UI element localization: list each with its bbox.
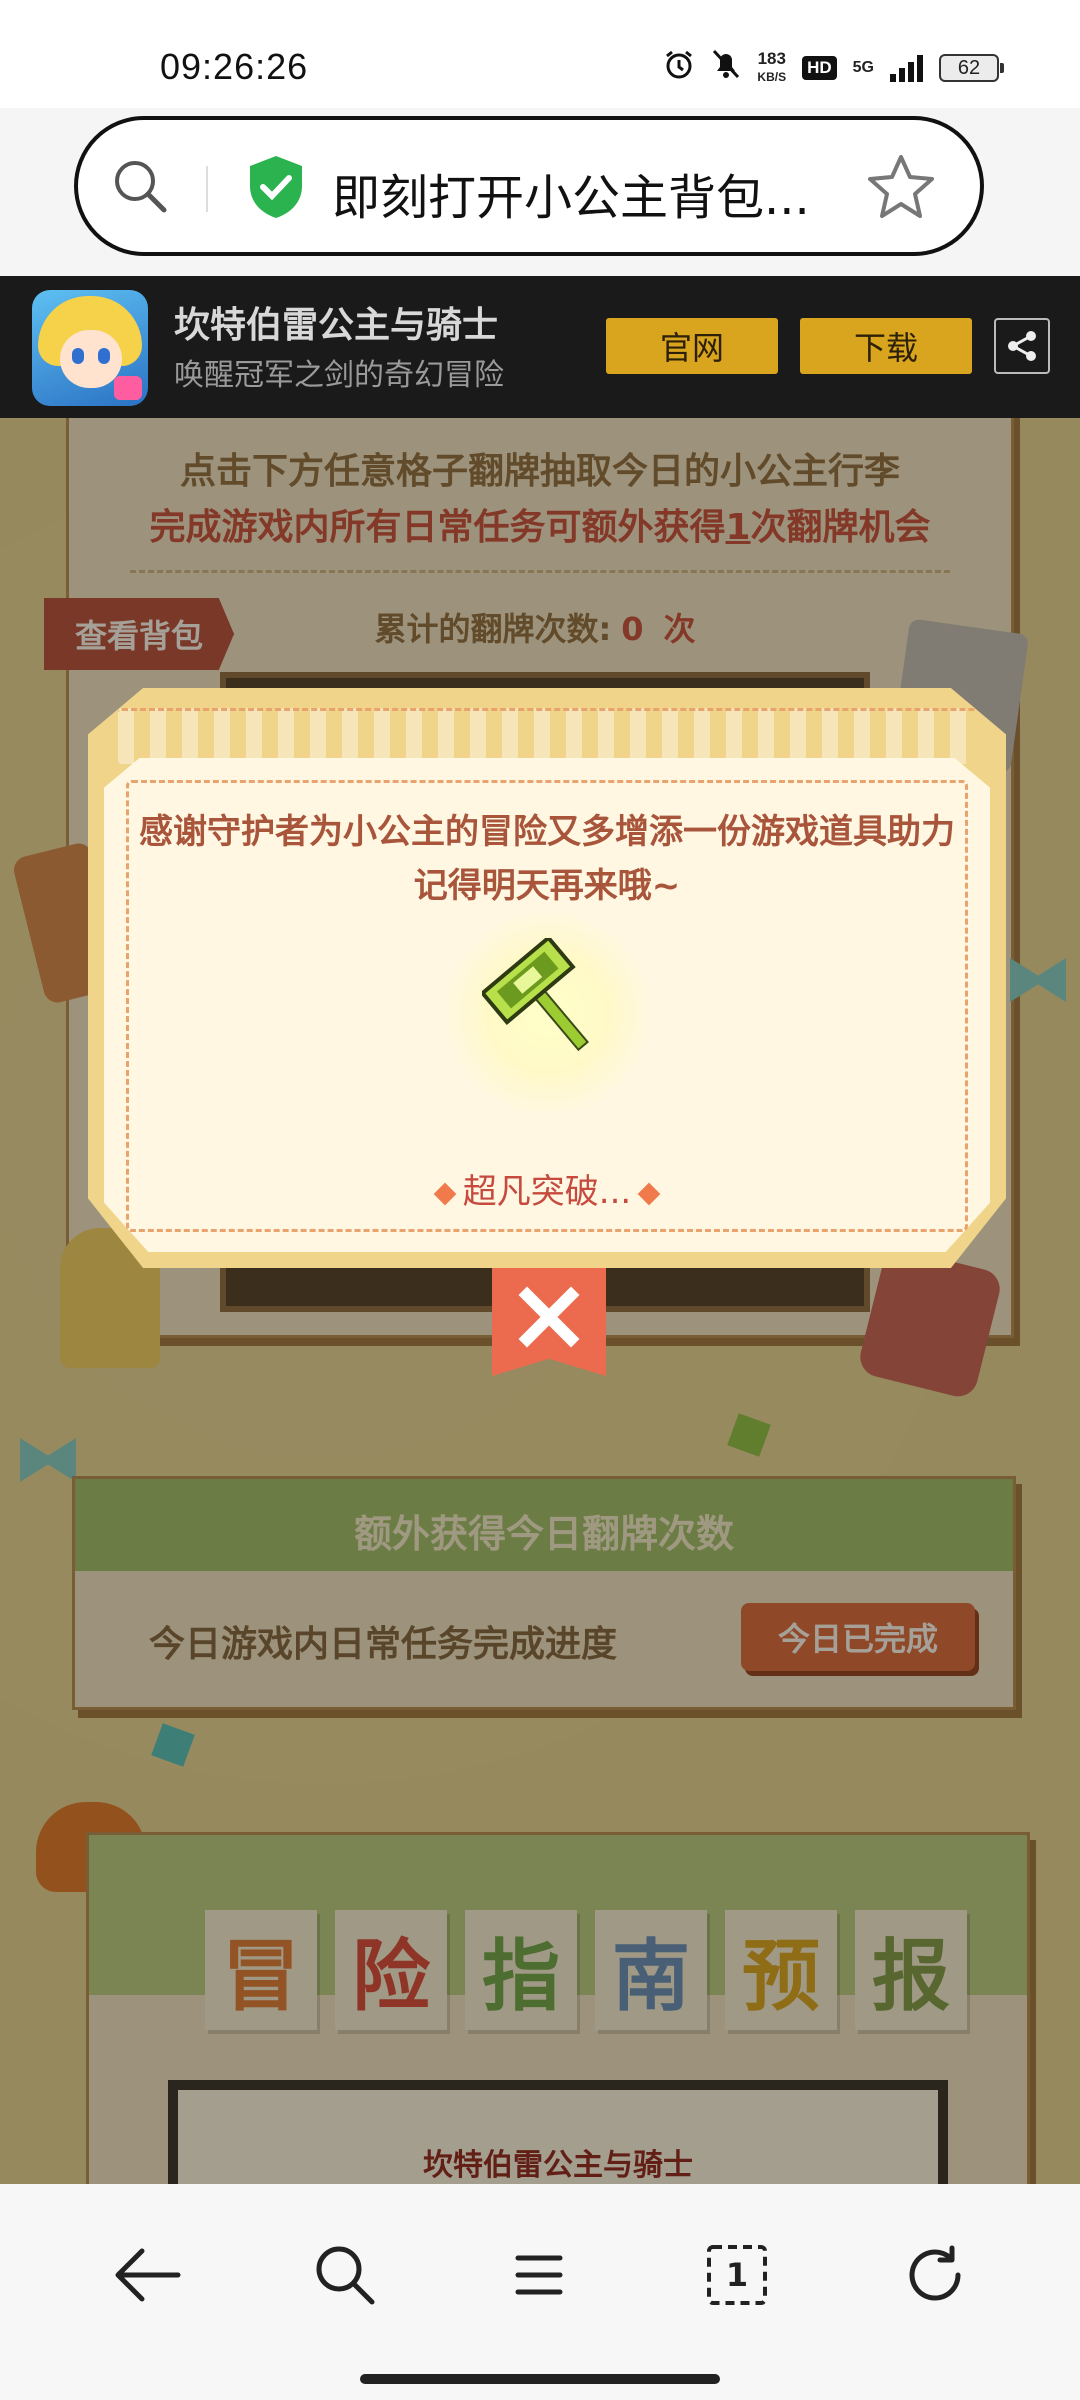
menu-icon — [515, 2255, 563, 2295]
official-site-button[interactable]: 官网 — [606, 318, 778, 374]
search-icon — [316, 2246, 375, 2305]
menu-button[interactable] — [494, 2230, 584, 2320]
network-type: 5G — [852, 59, 874, 76]
mute-bell-icon — [711, 48, 741, 88]
signal-icon — [890, 54, 923, 82]
status-time: 09:26:26 — [160, 46, 309, 87]
reward-item-text: 超凡突破... — [462, 1172, 632, 1212]
refresh-icon — [909, 2245, 961, 2301]
net-speed: 183 KB/S — [757, 50, 786, 86]
reward-modal: 感谢守护者为小公主的冒险又多增添一份游戏道具助力 记得明天再来哦~ 超凡突破..… — [88, 688, 1006, 1268]
back-button[interactable] — [102, 2230, 192, 2320]
tab-count: 1 — [725, 2256, 749, 2294]
address-title[interactable]: 即刻打开小公主背包... — [332, 158, 810, 228]
home-indicator[interactable] — [360, 2374, 720, 2384]
tabs-button[interactable]: 1 — [692, 2230, 782, 2320]
net-speed-unit: KB/S — [757, 70, 787, 84]
address-divider — [206, 166, 208, 212]
battery-icon: 62 — [939, 54, 1004, 82]
browser-bottom-nav: 1 — [0, 2184, 1080, 2400]
share-button[interactable] — [994, 318, 1050, 374]
search-icon[interactable] — [108, 154, 172, 218]
star-icon[interactable] — [866, 152, 936, 222]
address-area: 即刻打开小公主背包... — [0, 108, 1080, 276]
status-icons: 183 KB/S HD 5G 62 — [663, 48, 1004, 88]
refresh-button[interactable] — [890, 2230, 980, 2320]
close-icon — [518, 1286, 580, 1348]
hammer-item-icon — [482, 938, 590, 1052]
share-icon — [1008, 331, 1036, 361]
download-button[interactable]: 下载 — [800, 318, 972, 374]
shield-check-icon — [250, 156, 302, 218]
app-icon[interactable] — [32, 290, 148, 406]
address-bar[interactable]: 即刻打开小公主背包... — [74, 116, 984, 256]
status-bar: 09:26:26 183 KB/S HD 5G 62 — [0, 0, 1080, 108]
modal-message-line1: 感谢守护者为小公主的冒险又多增添一份游戏道具助力 — [139, 812, 955, 852]
game-banner: 坎特伯雷公主与骑士 唤醒冠军之剑的奇幻冒险 官网 下载 — [0, 276, 1080, 418]
modal-message-line2: 记得明天再来哦~ — [413, 866, 681, 906]
reward-item-name: 超凡突破... — [88, 1164, 1006, 1213]
battery-level: 62 — [939, 54, 999, 82]
net-speed-value: 183 — [757, 49, 786, 68]
game-title: 坎特伯雷公主与骑士 — [174, 305, 499, 346]
back-arrow-icon — [115, 2248, 181, 2302]
game-subtitle: 唤醒冠军之剑的奇幻冒险 — [174, 358, 504, 393]
search-button[interactable] — [300, 2230, 390, 2320]
alarm-icon — [663, 48, 695, 88]
hd-badge: HD — [802, 56, 837, 80]
